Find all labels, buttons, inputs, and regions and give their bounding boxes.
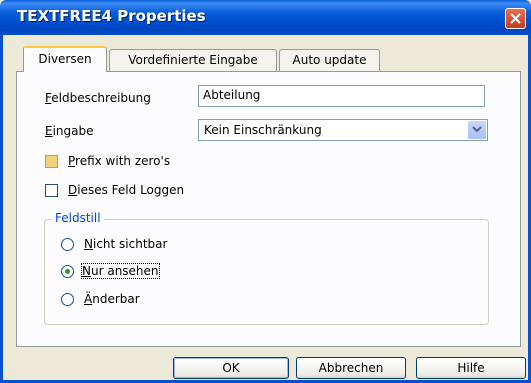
cancel-button[interactable]: Abbrechen [296,357,406,379]
ok-button[interactable]: OK [173,357,289,379]
tab-auto-update[interactable]: Auto update [279,49,380,71]
close-button[interactable] [505,8,526,29]
eingabe-select[interactable]: Kein Einschränkung [198,119,488,141]
prefix-checkbox[interactable] [45,155,58,168]
radio-nur-ansehen[interactable] [61,265,74,278]
eingabe-label: Eingabe [45,124,94,138]
close-icon [510,13,521,24]
prefix-label[interactable]: Prefix with zero's [68,154,170,168]
radio-selected-dot [65,269,70,274]
window-frame-left [0,35,3,383]
tab-label: Vordefinierte Eingabe [128,53,258,67]
radio-nicht-sichtbar[interactable] [61,238,74,251]
loggen-label[interactable]: Dieses Feld Loggen [68,183,184,197]
feldstill-title: Feldstill [52,211,104,225]
radio-label-anderbar[interactable]: Änderbar [84,292,140,306]
chevron-down-icon [472,126,482,133]
window-title: TEXTFREE4 Properties [17,7,206,25]
tab-label: Diversen [38,52,92,66]
tab-diversen[interactable]: Diversen [23,46,107,72]
eingabe-selected-value: Kein Einschränkung [204,123,322,137]
title-bar[interactable]: TEXTFREE4 Properties [0,0,531,35]
radio-label-nicht-sichtbar[interactable]: Nicht sichtbar [84,237,167,251]
dropdown-button[interactable] [468,121,486,139]
feldbeschreibung-input[interactable]: Abteilung [198,85,485,107]
loggen-checkbox[interactable] [45,184,58,197]
feldbeschreibung-label: Feldbeschreibung [45,91,151,105]
help-button[interactable]: Hilfe [416,357,526,379]
tab-vordefinierte-eingabe[interactable]: Vordefinierte Eingabe [109,49,277,71]
radio-anderbar[interactable] [61,293,74,306]
radio-label-nur-ansehen[interactable]: Nur ansehen [81,263,160,279]
tab-label: Auto update [292,53,367,67]
